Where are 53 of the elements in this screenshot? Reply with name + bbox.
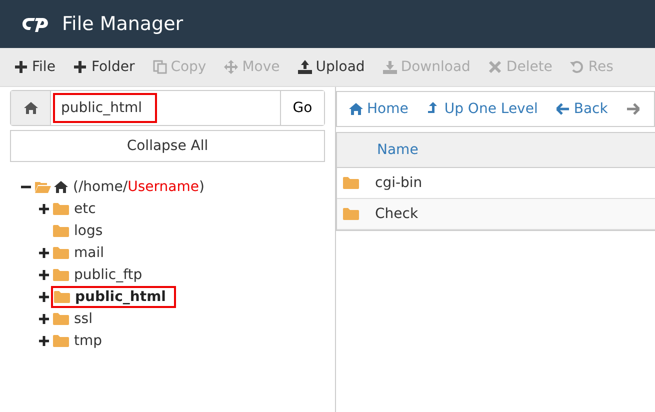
- home-icon: [54, 180, 68, 194]
- back-arrow-icon: [556, 102, 570, 116]
- tree-item[interactable]: public_ftp: [72, 267, 144, 283]
- tree-item[interactable]: public_html: [73, 289, 168, 305]
- expand-icon[interactable]: [38, 336, 50, 346]
- tree-item[interactable]: mail: [72, 245, 106, 261]
- go-button[interactable]: Go: [280, 91, 324, 125]
- expand-icon[interactable]: [38, 292, 50, 302]
- toolbar-button[interactable]: Folder: [67, 59, 147, 75]
- file-name[interactable]: Check: [375, 206, 418, 222]
- toolbar-button[interactable]: File: [8, 59, 68, 75]
- plus-icon: [14, 60, 28, 74]
- expand-icon[interactable]: [38, 314, 50, 324]
- toolbar-button[interactable]: Upload: [292, 59, 377, 75]
- folder-icon: [53, 247, 69, 259]
- expand-icon[interactable]: [38, 270, 50, 280]
- undo-icon: [570, 60, 584, 74]
- nav-button[interactable]: Back: [556, 101, 608, 117]
- tree-item[interactable]: ssl: [72, 311, 94, 327]
- plus-icon: [73, 60, 88, 74]
- home-button[interactable]: [11, 91, 51, 125]
- column-header[interactable]: Name: [377, 142, 418, 158]
- tree-item[interactable]: logs: [72, 223, 105, 239]
- path-field[interactable]: public_html: [55, 95, 155, 121]
- open-folder-icon: [35, 181, 51, 193]
- folder-icon: [54, 291, 70, 303]
- logo-icon: [20, 15, 50, 33]
- tree-item[interactable]: (/home/Username): [71, 179, 206, 195]
- move-icon: [224, 60, 238, 74]
- expand-icon[interactable]: [38, 204, 50, 214]
- folder-icon: [53, 335, 69, 347]
- folder-icon: [53, 203, 69, 215]
- upload-icon: [298, 60, 312, 74]
- home-icon: [24, 101, 38, 115]
- folder-icon: [53, 225, 69, 237]
- folder-icon: [343, 208, 359, 220]
- download-icon: [382, 60, 397, 74]
- expand-icon[interactable]: [38, 248, 50, 258]
- collapse-all-button[interactable]: Collapse All: [10, 130, 325, 162]
- folder-icon: [53, 313, 69, 325]
- folder-icon: [343, 177, 359, 189]
- close-icon: [488, 60, 502, 74]
- tree-item[interactable]: etc: [72, 201, 98, 217]
- file-name[interactable]: cgi-bin: [375, 175, 422, 191]
- folder-icon: [53, 269, 69, 281]
- nav-button[interactable]: Up One Level: [426, 101, 538, 117]
- home-icon: [349, 102, 363, 116]
- window-title: File Manager: [62, 13, 184, 35]
- copy-icon: [152, 60, 167, 74]
- forward-button[interactable]: [626, 102, 640, 116]
- tree-item[interactable]: tmp: [72, 333, 104, 349]
- forward-arrow-icon: [626, 102, 640, 116]
- nav-button[interactable]: Home: [349, 101, 408, 117]
